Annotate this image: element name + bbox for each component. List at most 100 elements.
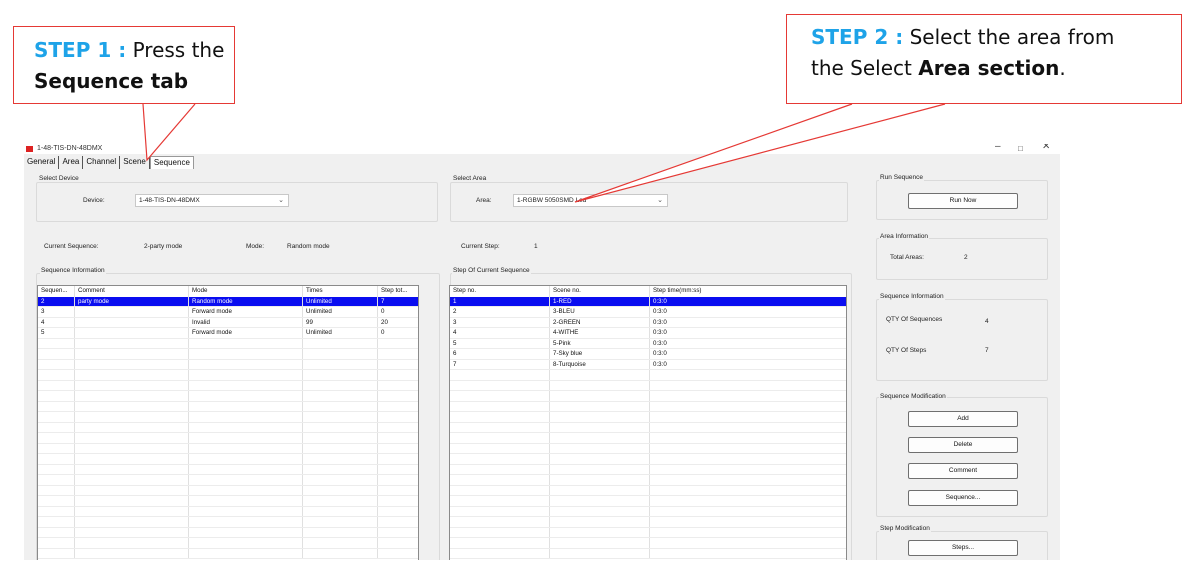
sequence-table-cell: [75, 496, 189, 506]
table-row[interactable]: [38, 475, 418, 486]
table-row[interactable]: [450, 370, 846, 381]
table-row[interactable]: [450, 548, 846, 559]
sequence-table-cell: [38, 370, 75, 380]
table-row[interactable]: [38, 380, 418, 391]
table-row[interactable]: 1 1-RED 0:3:0: [450, 296, 846, 307]
sequence-table-column-header[interactable]: Step tot...: [378, 286, 418, 297]
steps-table-cell: [450, 454, 550, 464]
sequence-table-cell: [303, 380, 378, 390]
table-row[interactable]: [450, 433, 846, 444]
table-row[interactable]: [450, 454, 846, 465]
table-row[interactable]: [38, 443, 418, 454]
table-row[interactable]: [38, 538, 418, 549]
table-row[interactable]: [450, 506, 846, 517]
table-row[interactable]: [450, 422, 846, 433]
table-row[interactable]: [38, 412, 418, 423]
table-row[interactable]: 3 Forward mode Unlimited 0: [38, 307, 418, 318]
steps-button[interactable]: Steps...: [908, 540, 1018, 556]
table-row[interactable]: [450, 527, 846, 538]
sequence-table-column-header[interactable]: Comment: [75, 286, 189, 297]
minimize-icon[interactable]: –: [995, 144, 1001, 152]
tab-scene[interactable]: Scene: [120, 156, 150, 169]
chevron-down-icon: ⌄: [657, 197, 663, 204]
run-now-button[interactable]: Run Now: [908, 193, 1018, 209]
table-row[interactable]: [450, 412, 846, 423]
table-row[interactable]: [38, 496, 418, 507]
sequence-table-cell: [75, 349, 189, 359]
step-modification-label: Step Modification: [879, 525, 931, 532]
table-row[interactable]: [450, 443, 846, 454]
table-row[interactable]: [450, 380, 846, 391]
table-row[interactable]: [450, 485, 846, 496]
sequence-table-cell: [378, 349, 418, 359]
sequence-table-cell: 3: [38, 307, 75, 317]
tab-sequence[interactable]: Sequence: [149, 156, 194, 169]
table-row[interactable]: [38, 433, 418, 444]
table-row[interactable]: [38, 349, 418, 360]
table-row[interactable]: [450, 475, 846, 486]
table-row[interactable]: [38, 548, 418, 559]
table-row[interactable]: 4 Invalid 99 20: [38, 317, 418, 328]
table-row[interactable]: [450, 496, 846, 507]
sequence-table-column-header[interactable]: Sequen...: [38, 286, 75, 297]
step-of-sequence-label: Step Of Current Sequence: [452, 267, 531, 274]
maximize-icon[interactable]: □: [1018, 144, 1023, 154]
table-row[interactable]: 6 7-Sky blue 0:3:0: [450, 349, 846, 360]
table-row[interactable]: 7 8-Turquoise 0:3:0: [450, 359, 846, 370]
table-row[interactable]: 2 party mode Random mode Unlimited 7: [38, 296, 418, 307]
sequence-table-cell: [189, 475, 303, 485]
steps-table-column-header[interactable]: Scene no.: [550, 286, 650, 297]
area-select[interactable]: 1-RGBW 5050SMD Led ⌄: [513, 194, 668, 207]
table-row[interactable]: 3 2-GREEN 0:3:0: [450, 317, 846, 328]
table-row[interactable]: [38, 338, 418, 349]
sequence-table-cell: [189, 380, 303, 390]
close-icon[interactable]: ✕: [1042, 144, 1050, 152]
tab-general[interactable]: General: [24, 156, 60, 169]
steps-table-cell: [550, 370, 650, 380]
table-row[interactable]: [450, 401, 846, 412]
sequence-table-cell: 5: [38, 328, 75, 338]
tab-channel[interactable]: Channel: [83, 156, 121, 169]
sequence-table-cell: [303, 422, 378, 432]
table-row[interactable]: [38, 527, 418, 538]
steps-table-column-header[interactable]: Step time(mm:ss): [650, 286, 846, 297]
table-row[interactable]: [38, 464, 418, 475]
table-row[interactable]: [450, 464, 846, 475]
sequence-table[interactable]: Sequen... Comment Mode Times Step tot... 2 par…: [37, 285, 419, 560]
table-row[interactable]: [38, 485, 418, 496]
sequence-table-cell: [38, 359, 75, 369]
step2-label: STEP 2 :: [811, 25, 904, 49]
table-row[interactable]: [38, 401, 418, 412]
area-value: 1-RGBW 5050SMD Led: [517, 197, 587, 204]
table-row[interactable]: [38, 422, 418, 433]
sequence-table-column-header[interactable]: Times: [303, 286, 378, 297]
table-row[interactable]: [450, 391, 846, 402]
steps-table-cell: [550, 380, 650, 390]
qty-sequences-value: 4: [985, 318, 989, 325]
steps-table-cell: [650, 370, 846, 380]
sequence-button[interactable]: Sequence...: [908, 490, 1018, 506]
table-row[interactable]: [38, 370, 418, 381]
table-row[interactable]: 2 3-BLEU 0:3:0: [450, 307, 846, 318]
tab-area[interactable]: Area: [59, 156, 84, 169]
steps-table[interactable]: Step no. Scene no. Step time(mm:ss) 1 1-RED 0…: [449, 285, 847, 560]
sequence-table-cell: [75, 454, 189, 464]
table-row[interactable]: [38, 517, 418, 528]
table-row[interactable]: 4 4-WITHE 0:3:0: [450, 328, 846, 339]
add-button[interactable]: Add: [908, 411, 1018, 427]
table-row[interactable]: [450, 517, 846, 528]
device-select[interactable]: 1-48-TIS-DN-48DMX ⌄: [135, 194, 289, 207]
comment-button[interactable]: Comment: [908, 463, 1018, 479]
steps-table-column-header[interactable]: Step no.: [450, 286, 550, 297]
table-row[interactable]: [38, 506, 418, 517]
sequence-table-column-header[interactable]: Mode: [189, 286, 303, 297]
table-row[interactable]: [38, 454, 418, 465]
sequence-table-cell: [303, 475, 378, 485]
table-row[interactable]: [450, 538, 846, 549]
delete-button[interactable]: Delete: [908, 437, 1018, 453]
table-row[interactable]: [38, 359, 418, 370]
table-row[interactable]: [38, 391, 418, 402]
table-row[interactable]: 5 5-Pink 0:3:0: [450, 338, 846, 349]
table-row[interactable]: 5 Forward mode Unlimited 0: [38, 328, 418, 339]
steps-table-cell: [450, 464, 550, 474]
